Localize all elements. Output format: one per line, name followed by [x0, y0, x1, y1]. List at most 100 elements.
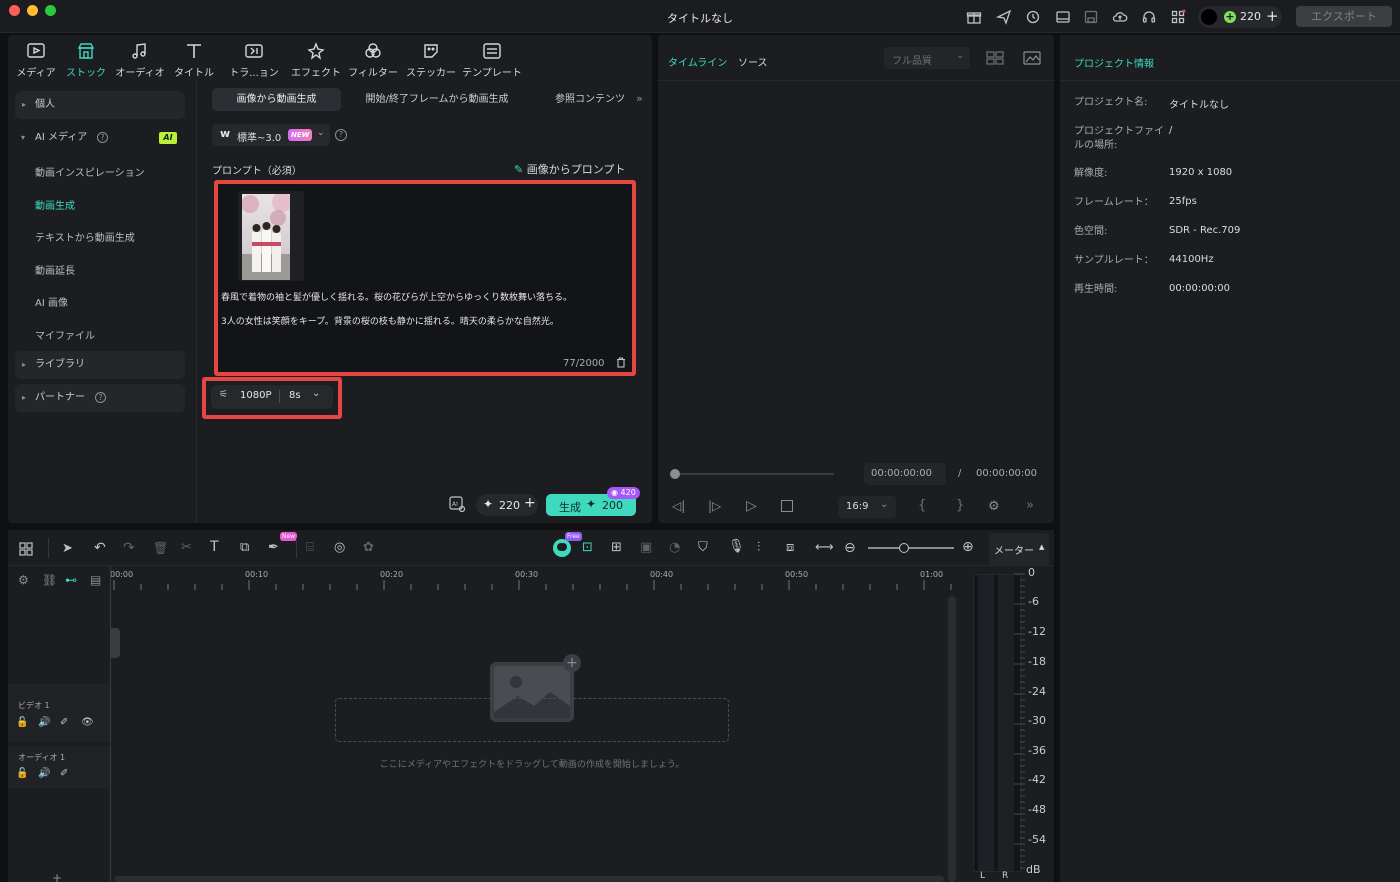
save-icon[interactable]	[1083, 9, 1099, 25]
delete-icon[interactable]: 🗑	[153, 541, 168, 555]
toolbar-media[interactable]: メディア	[14, 42, 58, 79]
image-edit-icon[interactable]: ▣	[640, 540, 652, 555]
tab-source[interactable]: ソース	[738, 54, 768, 69]
prompt-textarea[interactable]: 春風で着物の袖と髪が優しく揺れる。桜の花びらが上空からゆっくり数枚舞い落ちる。 …	[214, 180, 636, 376]
sidebar-sub-my-files[interactable]: マイファイル	[35, 327, 95, 342]
sidebar-sub-text-to-video[interactable]: テキストから動画生成	[35, 229, 135, 244]
audio-mixer-icon[interactable]: ⫶	[757, 540, 760, 555]
timeline-vertical-scrollbar[interactable]	[948, 596, 956, 882]
undo-icon[interactable]: ↶	[94, 540, 106, 556]
sidebar-sub-video-generation[interactable]: 動画生成	[35, 197, 75, 212]
microphone-icon[interactable]: 🎙	[728, 539, 745, 554]
sidebar-sub-ai-image[interactable]: AI 画像	[35, 294, 68, 309]
eye-icon[interactable]: 👁	[81, 717, 94, 728]
help-icon[interactable]: ?	[95, 392, 106, 403]
sidebar-item-ai-media[interactable]: ▾ AI メディア ? AI	[15, 124, 185, 152]
tab-timeline[interactable]: タイムライン	[668, 54, 727, 69]
play-frame-icon[interactable]: |▷	[708, 499, 721, 513]
image-to-prompt-button[interactable]: ✎ 画像からプロンプト	[514, 161, 625, 177]
send-icon[interactable]	[995, 9, 1012, 25]
add-credits-icon[interactable]: +	[1266, 7, 1279, 25]
more-tabs-icon[interactable]: »	[636, 92, 643, 105]
speaker-icon[interactable]: 🔊	[38, 717, 50, 728]
output-settings-selector[interactable]: ⚟ 1080P 8s ⌄	[211, 385, 333, 409]
stop-icon[interactable]	[781, 500, 793, 512]
headset-icon[interactable]	[1141, 9, 1157, 25]
credit-balance-pill[interactable]: ✦ 220 +	[476, 494, 538, 516]
tab-reference-content[interactable]: 参照コンテンツ	[548, 88, 632, 111]
help-icon[interactable]: ?	[335, 129, 347, 141]
more-controls-icon[interactable]: »	[1026, 498, 1034, 513]
scissors-icon[interactable]: ✂	[181, 540, 192, 555]
toolbar-templates[interactable]: テンプレート	[460, 42, 524, 79]
model-selector[interactable]: w 標準~3.0 NEW ⌄	[212, 124, 330, 146]
mute-brush-icon[interactable]: ✐	[60, 768, 68, 779]
aspect-ratio-select[interactable]: 16:9 ⌄	[838, 496, 896, 518]
auto-edit-icon[interactable]: ⊡	[582, 540, 593, 555]
zoom-slider[interactable]	[868, 547, 954, 549]
tab-image-to-video[interactable]: 画像から動画生成	[212, 88, 341, 111]
layout-icon[interactable]	[1055, 9, 1071, 25]
replace-icon[interactable]: ⧈	[786, 540, 794, 555]
sidebar-item-library[interactable]: ▸ ライブラリ	[15, 351, 185, 379]
select-pointer-icon[interactable]: ➤	[62, 541, 73, 556]
toolbar-effects[interactable]: エフェクト	[288, 42, 344, 79]
mask-icon[interactable]: ⊞	[611, 540, 622, 555]
sync-icon[interactable]	[1025, 9, 1041, 25]
lock-icon[interactable]: 🔓	[16, 768, 28, 779]
grid-view-icon[interactable]	[986, 51, 1004, 65]
track-panel-handle[interactable]	[110, 628, 120, 658]
toolbar-title[interactable]: タイトル	[172, 42, 216, 79]
credits-pill[interactable]: + 220 +	[1198, 6, 1282, 28]
unlink-icon[interactable]: ⛓	[42, 573, 57, 587]
mark-in-icon[interactable]: {	[918, 498, 926, 513]
layout-grid-icon[interactable]	[18, 541, 34, 557]
shapes-icon[interactable]: ⧉	[240, 540, 249, 555]
redo-icon[interactable]: ↷	[123, 540, 135, 556]
toolbar-audio[interactable]: オーディオ	[114, 42, 166, 79]
ai-search-icon[interactable]: ◎	[334, 540, 345, 555]
cloud-upload-icon[interactable]	[1112, 9, 1128, 25]
pen-tool-icon[interactable]: ✒	[268, 540, 279, 555]
meter-toggle[interactable]: メーター ▲	[989, 533, 1049, 565]
palette-icon[interactable]: ✿	[363, 540, 374, 555]
speaker-icon[interactable]: 🔊	[38, 768, 50, 779]
fit-width-icon[interactable]: ⟷	[815, 540, 834, 555]
timeline-ruler[interactable]: 00:00 00:10 00:20 00:30 00:40 00:50 01:0…	[110, 566, 956, 594]
sidebar-item-partner[interactable]: ▸ パートナー ?	[15, 384, 185, 412]
speed-icon[interactable]: ◔	[669, 540, 680, 555]
add-media-icon[interactable]: +	[563, 654, 581, 672]
reference-image-thumb[interactable]	[238, 191, 304, 281]
preview-scrubber[interactable]	[672, 473, 834, 475]
shield-icon[interactable]: ⛉	[698, 540, 708, 555]
toolbar-stock[interactable]: ストック	[64, 42, 108, 79]
scrubber-handle[interactable]	[670, 469, 680, 479]
sidebar-sub-video-extend[interactable]: 動画延長	[35, 262, 75, 277]
mute-brush-icon[interactable]: ✐	[60, 717, 68, 728]
ai-settings-icon[interactable]: AI	[448, 495, 466, 513]
image-snapshot-icon[interactable]	[1023, 51, 1041, 65]
add-credits-icon[interactable]: +	[524, 495, 536, 511]
step-back-icon[interactable]: ◁|	[672, 499, 685, 513]
help-icon[interactable]: ?	[97, 132, 108, 143]
timeline-horizontal-scrollbar[interactable]	[114, 876, 944, 882]
export-button[interactable]: エクスポート	[1296, 6, 1392, 27]
drop-zone[interactable]	[335, 698, 729, 742]
ai-assistant-icon[interactable]	[553, 539, 571, 557]
trash-icon[interactable]	[616, 357, 626, 368]
gift-icon[interactable]	[966, 9, 982, 25]
apps-grid-icon[interactable]	[1170, 9, 1186, 25]
track-manage-icon[interactable]: ▤	[90, 573, 101, 587]
play-icon[interactable]: ▷	[746, 498, 757, 514]
tab-start-end-frame[interactable]: 開始/終了フレームから動画生成	[352, 88, 522, 111]
zoom-out-icon[interactable]: ⊖	[844, 540, 856, 556]
mark-out-icon[interactable]: }	[956, 498, 964, 513]
quality-select[interactable]: フル品質 ⌄	[884, 47, 970, 69]
timecode-current-box[interactable]: 00:00:00:00	[864, 463, 946, 485]
playhead[interactable]	[110, 566, 111, 882]
zoom-in-icon[interactable]: ⊕	[962, 539, 974, 555]
text-to-speech-icon[interactable]: ⌸	[306, 540, 314, 555]
link-icon[interactable]: ⊷	[65, 573, 77, 587]
lock-icon[interactable]: 🔓	[16, 717, 28, 728]
toolbar-transition[interactable]: トラ...ョン	[226, 42, 282, 79]
